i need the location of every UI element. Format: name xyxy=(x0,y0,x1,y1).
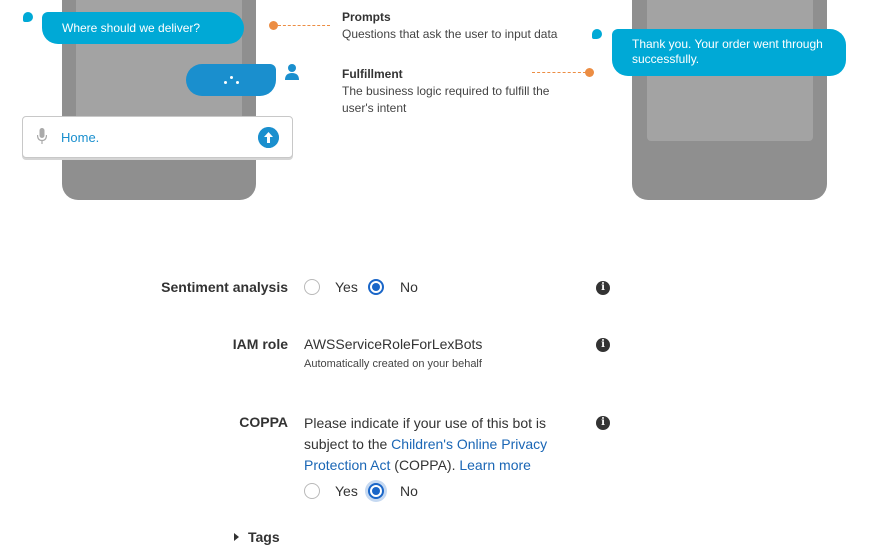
sentiment-analysis-label: Sentiment analysis xyxy=(161,279,288,295)
coppa-no-radio[interactable] xyxy=(368,483,384,499)
typing-dot xyxy=(224,81,227,84)
coppa-yes-label[interactable]: Yes xyxy=(335,483,358,499)
typing-bubble xyxy=(186,64,276,96)
prompts-title: Prompts xyxy=(342,10,391,24)
tags-label: Tags xyxy=(248,529,280,545)
tags-expander[interactable]: Tags xyxy=(234,529,280,545)
fulfillment-callout-line xyxy=(532,72,586,73)
iam-role-note: Automatically created on your behalf xyxy=(304,358,482,370)
microphone-icon xyxy=(37,128,47,144)
sentiment-info-icon[interactable]: i xyxy=(596,281,610,295)
coppa-text-middle: (COPPA). xyxy=(390,457,460,473)
lex-create-bot-page: Where should we deliver? Home. Thank you… xyxy=(0,0,869,550)
typing-dot xyxy=(230,76,233,79)
chat-input-value: Home. xyxy=(61,130,100,145)
caret-right-icon xyxy=(234,533,239,541)
iam-role-label: IAM role xyxy=(232,336,288,352)
coppa-yes-radio[interactable] xyxy=(304,483,320,499)
coppa-label: COPPA xyxy=(239,414,288,430)
prompt-bubble-text: Where should we deliver? xyxy=(62,20,201,35)
prompts-description: Questions that ask the user to input dat… xyxy=(342,27,558,41)
sentiment-no-label[interactable]: No xyxy=(400,279,418,295)
prompts-callout-line xyxy=(278,25,330,26)
fulfillment-callout-dot xyxy=(585,68,594,77)
confirmation-bubble: Thank you. Your order went through succe… xyxy=(612,29,846,76)
learn-more-link[interactable]: Learn more xyxy=(459,457,531,473)
chat-input-illustration: Home. xyxy=(22,116,293,158)
coppa-description: Please indicate if your use of this bot … xyxy=(304,413,566,476)
bot-chat-icon xyxy=(23,12,33,22)
user-icon xyxy=(285,64,299,80)
coppa-info-icon[interactable]: i xyxy=(596,416,610,430)
iam-role-value: AWSServiceRoleForLexBots xyxy=(304,336,483,352)
prompt-bubble: Where should we deliver? xyxy=(42,12,244,44)
sentiment-yes-label[interactable]: Yes xyxy=(335,279,358,295)
coppa-no-label[interactable]: No xyxy=(400,483,418,499)
sentiment-no-radio[interactable] xyxy=(368,279,384,295)
fulfillment-description: The business logic required to fulfill t… xyxy=(342,84,550,115)
send-arrow-icon xyxy=(258,127,279,148)
fulfillment-title: Fulfillment xyxy=(342,67,403,81)
bot-chat-icon xyxy=(592,29,602,39)
prompts-callout-dot xyxy=(269,21,278,30)
typing-dot xyxy=(236,81,239,84)
iam-role-info-icon[interactable]: i xyxy=(596,338,610,352)
confirmation-bubble-text: Thank you. Your order went through succe… xyxy=(632,37,823,66)
sentiment-yes-radio[interactable] xyxy=(304,279,320,295)
